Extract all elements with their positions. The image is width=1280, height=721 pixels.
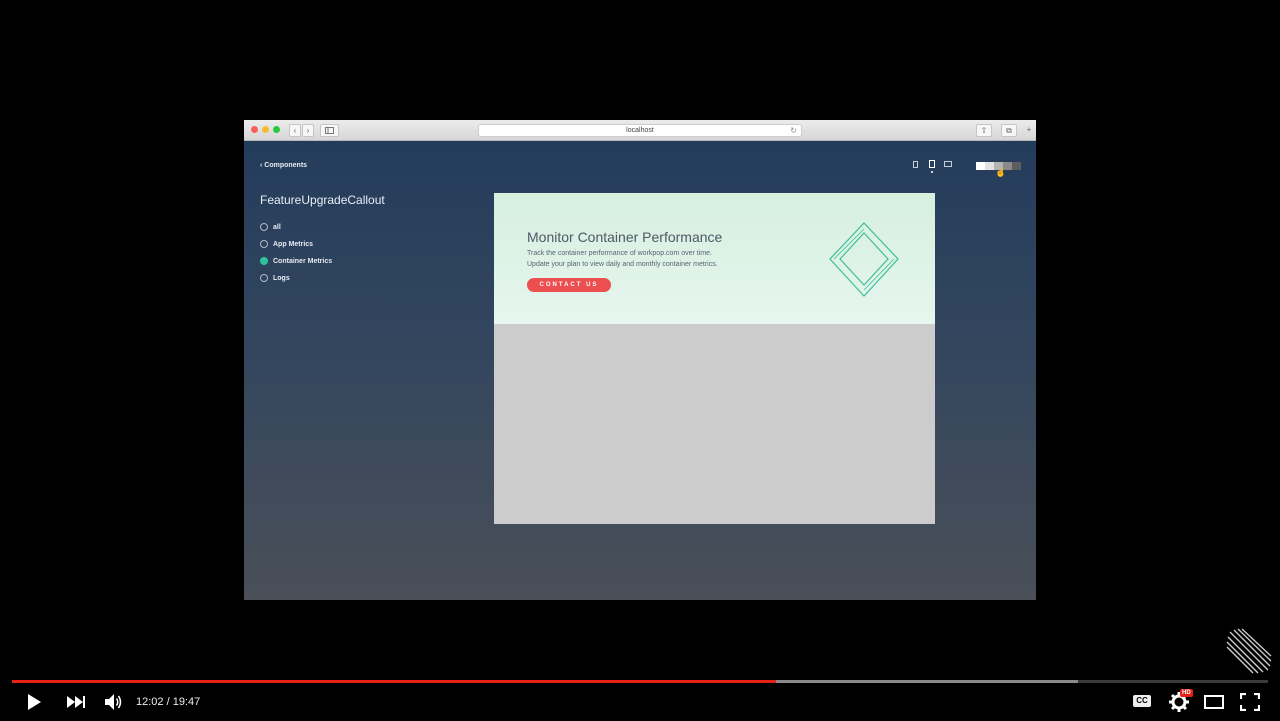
theater-mode-icon[interactable] — [1204, 695, 1224, 709]
active-indicator-dot — [931, 171, 933, 173]
swatch[interactable] — [1012, 162, 1021, 170]
phone-view-icon[interactable] — [913, 161, 918, 168]
option-label: App Metrics — [273, 240, 314, 248]
back-link-label: Components — [264, 162, 308, 169]
maximize-window-icon[interactable] — [273, 126, 280, 133]
volume-icon[interactable] — [104, 693, 124, 711]
diamond-illustration-icon — [829, 222, 899, 297]
new-tab-icon[interactable]: + — [1024, 124, 1034, 135]
fullscreen-icon[interactable] — [1240, 693, 1260, 711]
page-viewport: ‹ Components FeatureUpgradeCallout all A… — [244, 141, 1036, 600]
component-preview: Monitor Container Performance Track the … — [494, 193, 935, 524]
video-progress-bar[interactable] — [12, 680, 1268, 683]
desktop-view-icon[interactable] — [944, 161, 952, 167]
radio-app-metrics[interactable] — [260, 240, 268, 248]
option-all[interactable]: all — [260, 221, 281, 233]
option-label: Container Metrics — [273, 257, 333, 265]
swatch[interactable] — [976, 162, 985, 170]
loading-spinner-icon — [1226, 628, 1272, 674]
option-app-metrics[interactable]: App Metrics — [260, 238, 313, 250]
radio-all[interactable] — [260, 223, 268, 231]
play-icon[interactable] — [26, 693, 42, 711]
browser-window: ‹ › localhost ↻ ⇧ ⧉ + ‹ Components Featu… — [244, 120, 1036, 600]
forward-arrow-icon[interactable]: › — [302, 124, 314, 137]
url-text: localhost — [626, 127, 654, 134]
browser-titlebar: ‹ › localhost ↻ ⇧ ⧉ + — [244, 120, 1036, 141]
option-label: all — [273, 223, 281, 231]
callout-title: Monitor Container Performance — [527, 229, 723, 245]
share-icon[interactable]: ⇧ — [976, 124, 992, 137]
option-container-metrics[interactable]: Container Metrics — [260, 255, 332, 267]
minimize-window-icon[interactable] — [262, 126, 269, 133]
address-bar[interactable]: localhost ↻ — [478, 124, 802, 137]
radio-container-metrics[interactable] — [260, 257, 268, 265]
option-logs[interactable]: Logs — [260, 272, 290, 284]
option-label: Logs — [273, 274, 290, 282]
tabs-overview-icon[interactable]: ⧉ — [1001, 124, 1017, 137]
closed-captions-button[interactable]: CC — [1133, 695, 1151, 707]
reload-icon[interactable]: ↻ — [790, 125, 797, 136]
callout-description-line: Update your plan to view daily and month… — [527, 261, 718, 268]
time-display: 12:02 / 19:47 — [136, 696, 201, 708]
component-title: FeatureUpgradeCallout — [260, 193, 385, 207]
components-back-link[interactable]: ‹ Components — [260, 162, 307, 169]
feature-upgrade-callout: Monitor Container Performance Track the … — [494, 193, 935, 324]
callout-description-line: Track the container performance of workp… — [527, 250, 712, 257]
hd-badge: HD — [1180, 689, 1193, 697]
next-video-icon[interactable] — [66, 695, 86, 709]
radio-logs[interactable] — [260, 274, 268, 282]
hand-cursor-icon: ☝ — [995, 167, 1007, 177]
swatch[interactable] — [985, 162, 994, 170]
played-progress — [12, 680, 776, 683]
contact-us-button[interactable]: CONTACT US — [527, 278, 611, 292]
tablet-view-icon[interactable] — [929, 160, 935, 168]
sidebar-toggle-icon[interactable] — [320, 124, 339, 137]
close-window-icon[interactable] — [251, 126, 258, 133]
back-arrow-icon[interactable]: ‹ — [289, 124, 301, 137]
